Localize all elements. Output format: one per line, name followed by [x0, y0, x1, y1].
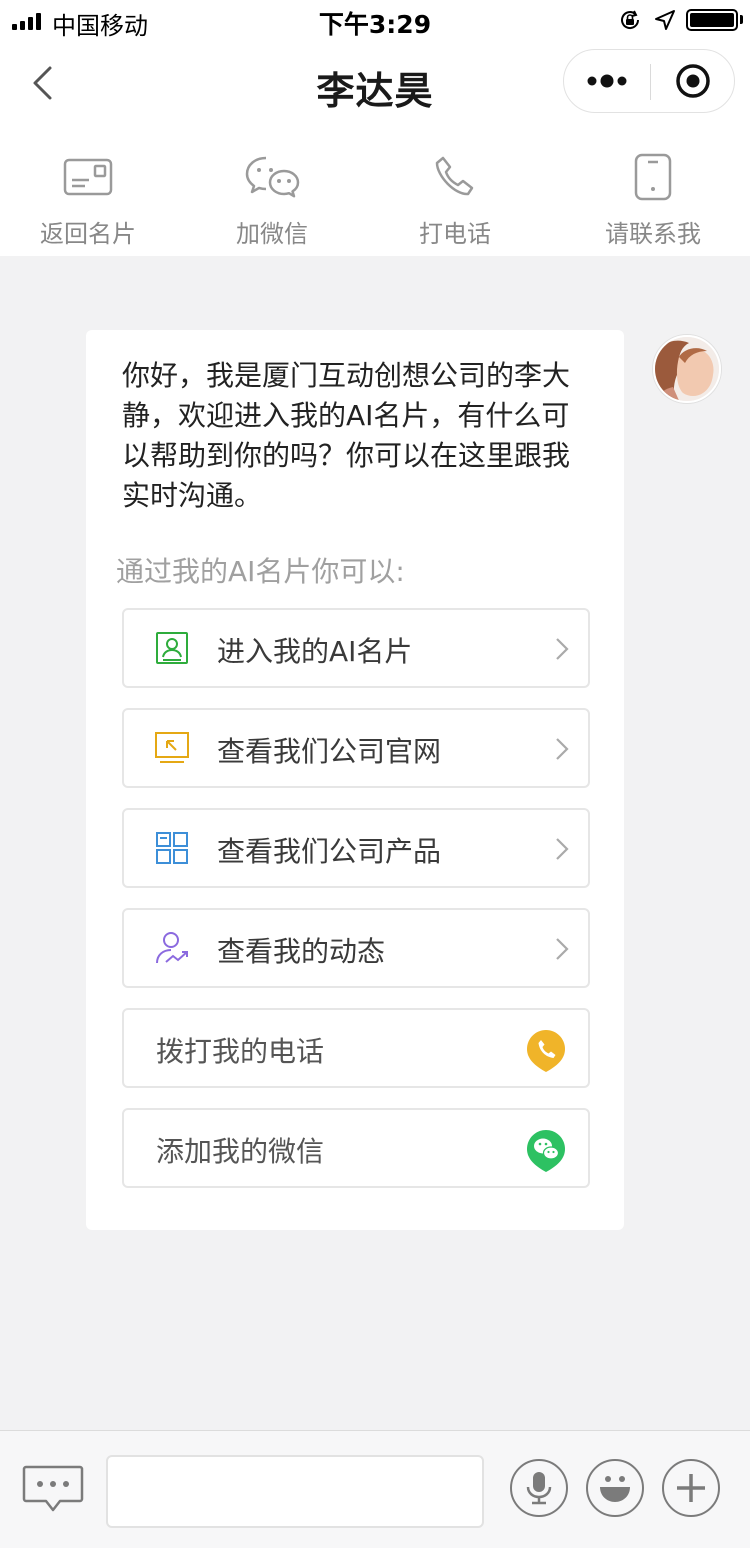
- more-dots-icon: [587, 74, 627, 88]
- wechat-icon: [245, 156, 300, 198]
- emoji-button[interactable]: [586, 1459, 644, 1517]
- quick-actions-bar: 返回名片 加微信 打电话 请联系我: [0, 126, 750, 256]
- plus-icon: [677, 1474, 705, 1502]
- chat-message-card: 你好，我是厦门互动创想公司的李大静，欢迎进入我的AI名片，有什么可以帮助到你的吗…: [86, 330, 624, 1230]
- chevron-right-icon: [556, 638, 569, 660]
- avatar: [653, 335, 721, 403]
- nav-bar: 李达昊: [0, 40, 750, 126]
- more-button[interactable]: [564, 50, 650, 112]
- phone-icon: [435, 156, 474, 196]
- quick-action-label: 打电话: [419, 220, 491, 248]
- chevron-right-icon: [556, 738, 569, 760]
- grid-icon: [156, 832, 188, 864]
- chevron-right-icon: [556, 838, 569, 860]
- greeting-message: 你好，我是厦门互动创想公司的李大静，欢迎进入我的AI名片，有什么可以帮助到你的吗…: [122, 359, 571, 512]
- option-label: 查看我的动态: [217, 935, 386, 968]
- business-card-icon: [63, 158, 113, 196]
- user-trend-icon: [156, 932, 188, 964]
- quick-action-back-card[interactable]: 返回名片: [28, 126, 148, 256]
- location-arrow-icon: [655, 10, 675, 30]
- quick-action-label: 请联系我: [605, 220, 701, 248]
- option-my-updates[interactable]: 查看我的动态: [122, 908, 590, 988]
- message-input[interactable]: [106, 1455, 484, 1528]
- quick-action-label: 加微信: [236, 220, 308, 248]
- option-label: 查看我们公司产品: [217, 835, 442, 868]
- quick-action-add-wechat[interactable]: 加微信: [212, 126, 332, 256]
- id-card-icon: [156, 632, 188, 664]
- chat-bubble-icon: [22, 1465, 84, 1512]
- option-label: 查看我们公司官网: [217, 735, 442, 768]
- microphone-icon: [526, 1472, 552, 1505]
- option-label: 拨打我的电话: [156, 1035, 325, 1068]
- chat-input-bar: [0, 1430, 750, 1548]
- option-enter-ai-card[interactable]: 进入我的AI名片: [122, 608, 590, 688]
- battery-icon: [686, 9, 738, 31]
- plus-button[interactable]: [662, 1459, 720, 1517]
- option-add-wechat[interactable]: 添加我的微信: [122, 1108, 590, 1188]
- option-label: 添加我的微信: [156, 1135, 325, 1168]
- quick-action-label: 返回名片: [40, 220, 136, 248]
- close-miniprogram-button[interactable]: [651, 50, 735, 112]
- miniprogram-capsule: [563, 49, 735, 113]
- smiley-icon: [600, 1476, 630, 1502]
- chevron-right-icon: [556, 938, 569, 960]
- status-bar: 中国移动 下午3:29: [0, 0, 750, 40]
- rotation-lock-icon: [621, 10, 640, 29]
- avatar-portrait: [655, 337, 719, 401]
- option-call-me[interactable]: 拨打我的电话: [122, 1008, 590, 1088]
- phone-badge-icon: [527, 1030, 565, 1072]
- battery-tip: [740, 15, 743, 24]
- option-company-website[interactable]: 查看我们公司官网: [122, 708, 590, 788]
- options-intro: 通过我的AI名片你可以:: [116, 555, 405, 588]
- website-icon: [155, 732, 189, 763]
- target-close-icon: [676, 64, 710, 98]
- voice-button[interactable]: [510, 1459, 568, 1517]
- chat-mode-toggle[interactable]: [22, 1463, 84, 1515]
- quick-action-call[interactable]: 打电话: [395, 126, 515, 256]
- option-company-products[interactable]: 查看我们公司产品: [122, 808, 590, 888]
- wechat-badge-icon: [527, 1130, 565, 1172]
- mobile-phone-icon: [634, 153, 672, 201]
- option-label: 进入我的AI名片: [217, 635, 413, 668]
- quick-action-contact-me[interactable]: 请联系我: [593, 126, 713, 256]
